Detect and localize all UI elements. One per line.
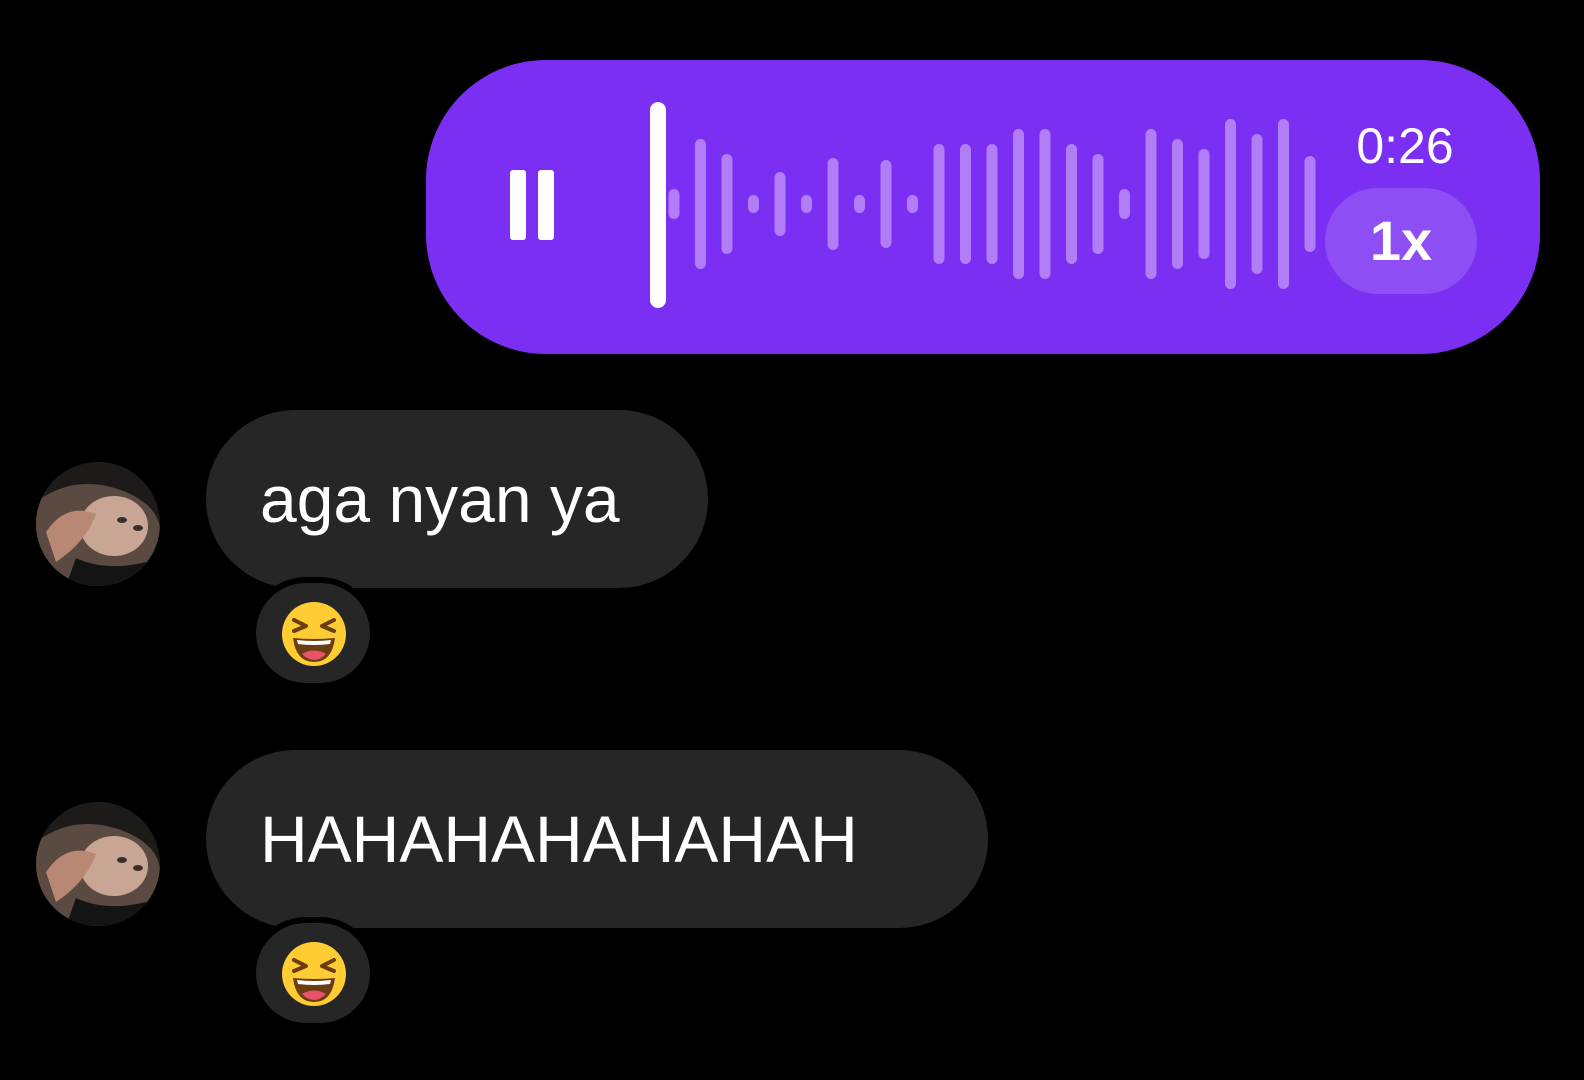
message-text: aga nyan ya: [260, 462, 620, 536]
waveform-bar: [1119, 189, 1130, 219]
waveform-bar: [1066, 144, 1077, 264]
message-text: HAHAHAHAHAHAH: [260, 802, 858, 876]
waveform-bar: [695, 139, 706, 269]
waveform-bar: [1013, 129, 1024, 279]
waveform-bar: [1145, 129, 1157, 279]
waveform-bar: [1039, 129, 1051, 279]
waveform-graphic: [650, 102, 1316, 308]
pause-icon: [510, 170, 526, 240]
waveform-bar: [668, 189, 680, 219]
contact-avatar[interactable]: [36, 462, 160, 586]
waveform-bar: [1225, 119, 1236, 289]
waveform-bar: [960, 144, 971, 264]
message-reaction[interactable]: [250, 917, 376, 1029]
waveform-bar: [827, 158, 839, 250]
waveform-bar: [721, 154, 733, 254]
waveform-bar: [1092, 154, 1104, 254]
playback-speed-button[interactable]: 1x: [1325, 188, 1477, 294]
contact-avatar[interactable]: [36, 802, 160, 926]
message-reaction[interactable]: [250, 577, 376, 689]
waveform-bar: [880, 160, 892, 248]
waveform-bar: [854, 195, 865, 213]
waveform-bar: [1304, 156, 1316, 252]
message-bubble[interactable]: HAHAHAHAHAHAH: [206, 750, 988, 928]
message-bubble[interactable]: aga nyan ya: [206, 410, 708, 588]
voice-waveform[interactable]: [636, 96, 1316, 316]
waveform-bar: [933, 144, 945, 264]
waveform-bar: [986, 144, 998, 264]
waveform-bar: [1251, 134, 1263, 274]
waveform-bar: [1278, 119, 1289, 289]
avatar-photo-icon: [36, 462, 160, 586]
laughing-squinting-face-icon: [282, 942, 346, 1006]
voice-duration: 0:26: [1356, 118, 1454, 174]
waveform-bar: [1172, 139, 1183, 269]
avatar-photo-icon: [36, 802, 160, 926]
pause-button[interactable]: [500, 160, 564, 250]
waveform-bar: [907, 195, 918, 213]
waveform-bar: [774, 172, 786, 236]
waveform-bar: [1198, 149, 1210, 259]
waveform-bar: [801, 195, 812, 213]
playhead[interactable]: [650, 102, 666, 308]
laughing-squinting-face-icon: [282, 602, 346, 666]
waveform-bar: [748, 195, 759, 213]
